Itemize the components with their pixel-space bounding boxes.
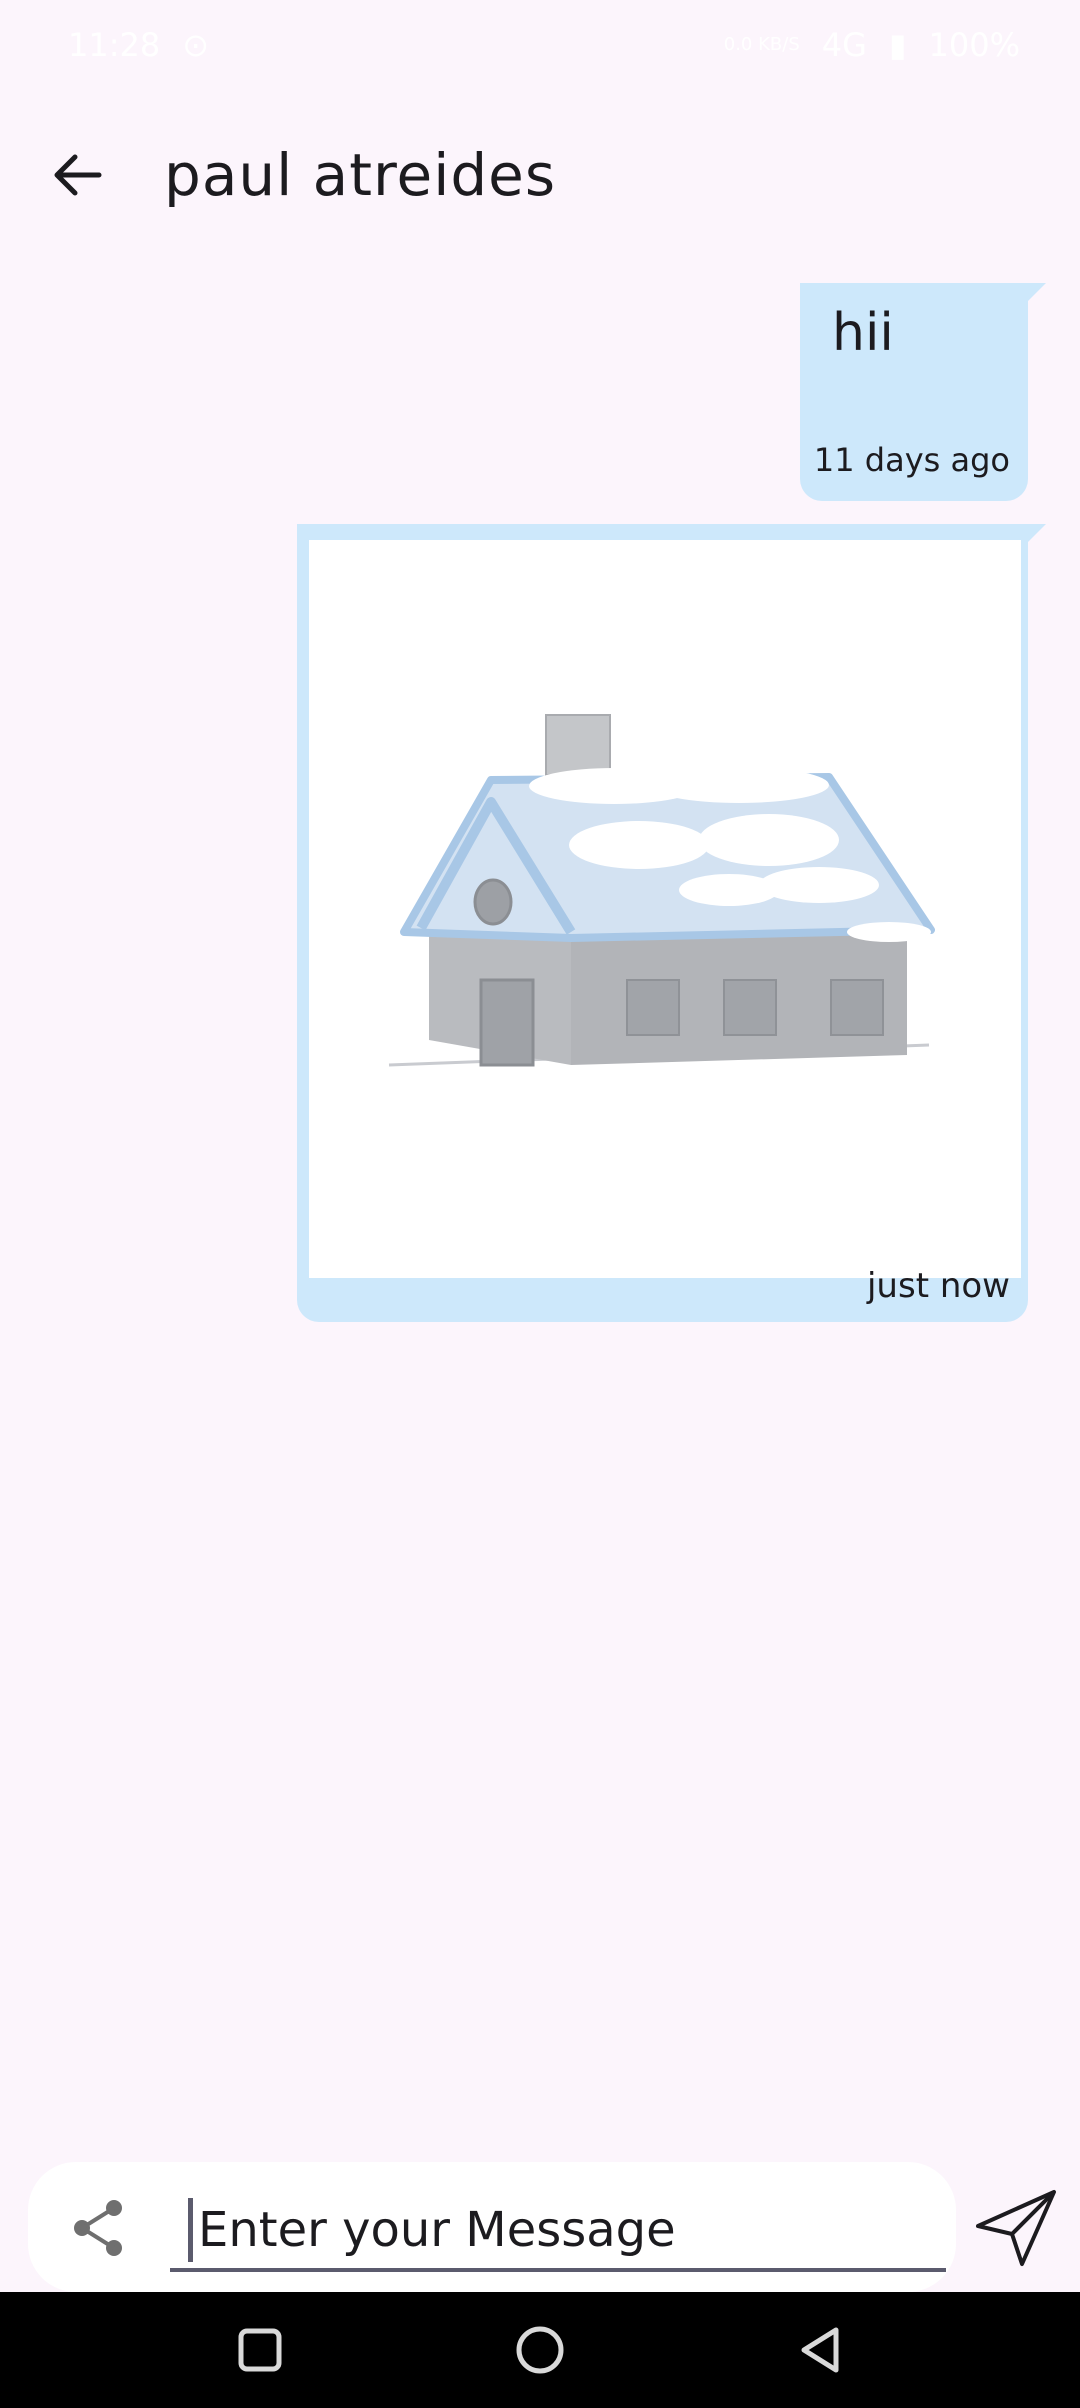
recent-apps-icon xyxy=(238,2328,282,2372)
chat-title: paul atreides xyxy=(164,141,557,209)
message-image[interactable] xyxy=(309,540,1021,1278)
status-bar: 11:28 ⊙ 0.0 KB/S 4G ▮ 100% xyxy=(0,0,1080,90)
send-icon xyxy=(976,2190,1056,2266)
message-composer xyxy=(28,2162,956,2292)
snow-house-image xyxy=(388,714,935,1067)
arrow-left-icon xyxy=(54,154,102,196)
nav-back-button[interactable] xyxy=(780,2310,860,2390)
message-input-container xyxy=(170,2192,946,2272)
battery-icon: ▮ xyxy=(888,26,907,64)
signal-strength: 4G xyxy=(821,26,867,64)
bubble-tail xyxy=(1028,524,1046,542)
send-button[interactable] xyxy=(968,2180,1064,2276)
recent-apps-button[interactable] xyxy=(220,2310,300,2390)
bubble-tail xyxy=(1028,283,1046,301)
home-icon xyxy=(516,2326,564,2374)
image-message-bubble[interactable]: just now xyxy=(297,524,1046,1322)
notification-icon: ⊙ xyxy=(182,26,210,64)
battery-level: 100% xyxy=(928,26,1020,64)
message-time: just now xyxy=(866,1266,1010,1306)
home-button[interactable] xyxy=(500,2310,580,2390)
message-input[interactable] xyxy=(198,2192,938,2268)
back-button[interactable] xyxy=(22,120,132,230)
message-text: hii xyxy=(832,303,894,363)
system-nav-bar xyxy=(0,2292,1080,2408)
app-bar: paul atreides xyxy=(0,120,1080,230)
network-speed: 0.0 KB/S xyxy=(723,34,800,55)
message-time: 11 days ago xyxy=(813,441,1010,479)
status-time: 11:28 xyxy=(68,26,161,64)
back-icon xyxy=(801,2327,839,2373)
share-icon xyxy=(74,2200,122,2256)
share-button[interactable] xyxy=(64,2194,132,2262)
message-bubble[interactable]: hii 11 days ago xyxy=(800,283,1046,501)
text-cursor xyxy=(188,2198,193,2262)
